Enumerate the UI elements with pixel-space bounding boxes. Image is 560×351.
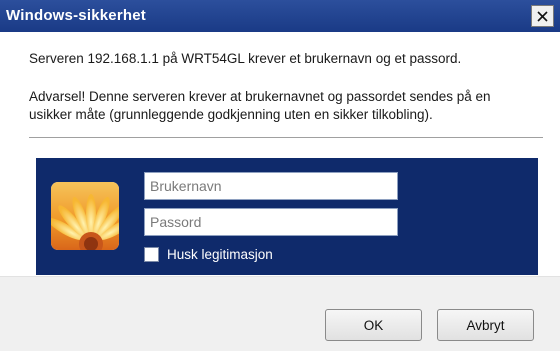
- title-bar: Windows-sikkerhet: [0, 0, 560, 32]
- password-field[interactable]: [144, 208, 398, 236]
- cancel-button[interactable]: Avbryt: [437, 309, 534, 341]
- warning-line-2: usikker måte (grunnleggende godkjenning …: [29, 107, 433, 122]
- remember-label: Husk legitimasjon: [167, 247, 273, 262]
- user-tile-flower-icon: [51, 182, 119, 250]
- username-field[interactable]: [144, 172, 398, 200]
- remember-checkbox[interactable]: [144, 247, 159, 262]
- warning-line-1: Advarsel! Denne serveren krever at bruke…: [29, 89, 491, 104]
- ok-button[interactable]: OK: [325, 309, 422, 341]
- credential-panel: Husk legitimasjon: [36, 158, 538, 275]
- remember-credentials[interactable]: Husk legitimasjon: [144, 247, 273, 262]
- close-icon: [537, 10, 548, 22]
- divider: [29, 137, 543, 138]
- button-bar: OK Avbryt: [0, 276, 560, 351]
- window-title: Windows-sikkerhet: [6, 7, 146, 24]
- warning-message: Advarsel! Denne serveren krever at bruke…: [29, 88, 549, 124]
- server-message: Serveren 192.168.1.1 på WRT54GL krever e…: [29, 51, 462, 66]
- dialog-content: Serveren 192.168.1.1 på WRT54GL krever e…: [0, 32, 560, 276]
- close-button[interactable]: [531, 5, 554, 27]
